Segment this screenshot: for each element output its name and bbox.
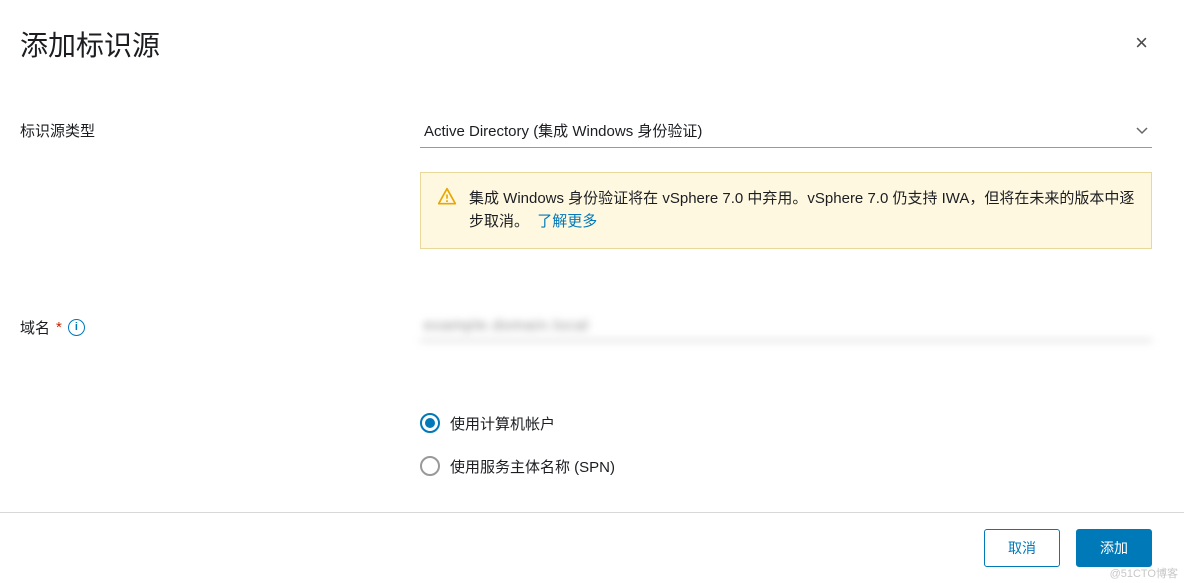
source-type-value: Active Directory (集成 Windows 身份验证) <box>424 120 702 141</box>
radio-spn[interactable]: 使用服务主体名称 (SPN) <box>420 456 1152 477</box>
radio-selected-icon <box>420 413 440 433</box>
radio-spn-label: 使用服务主体名称 (SPN) <box>450 456 615 477</box>
add-identity-source-dialog: 添加标识源 × 标识源类型 Active Directory (集成 Windo… <box>0 0 1184 543</box>
add-button[interactable]: 添加 <box>1076 529 1152 567</box>
learn-more-link[interactable]: 了解更多 <box>537 213 597 230</box>
radio-machine-account-label: 使用计算机帐户 <box>450 413 555 434</box>
domain-input[interactable] <box>420 311 1152 341</box>
dialog-title: 添加标识源 <box>20 24 160 64</box>
info-icon[interactable]: i <box>68 319 85 336</box>
row-account-type: 使用计算机帐户 使用服务主体名称 (SPN) <box>20 365 1152 499</box>
domain-label: 域名 <box>20 317 50 338</box>
source-type-label: 标识源类型 <box>20 114 420 141</box>
warning-text: 集成 Windows 身份验证将在 vSphere 7.0 中弃用。vSpher… <box>469 187 1135 234</box>
row-warning: 集成 Windows 身份验证将在 vSphere 7.0 中弃用。vSpher… <box>20 172 1152 287</box>
chevron-down-icon <box>1136 124 1148 138</box>
row-source-type: 标识源类型 Active Directory (集成 Windows 身份验证) <box>20 114 1152 148</box>
warning-icon <box>437 187 457 212</box>
source-type-select[interactable]: Active Directory (集成 Windows 身份验证) <box>420 114 1152 148</box>
close-icon[interactable]: × <box>1131 28 1152 58</box>
warning-banner: 集成 Windows 身份验证将在 vSphere 7.0 中弃用。vSpher… <box>420 172 1152 249</box>
required-asterisk: * <box>56 319 62 336</box>
radio-unselected-icon <box>420 456 440 476</box>
radio-machine-account[interactable]: 使用计算机帐户 <box>420 413 1152 434</box>
account-type-radio-group: 使用计算机帐户 使用服务主体名称 (SPN) <box>420 413 1152 477</box>
watermark: @51CTO博客 <box>1110 565 1178 581</box>
dialog-footer: 取消 添加 <box>0 512 1184 583</box>
row-domain: 域名 * i <box>20 311 1152 341</box>
dialog-header: 添加标识源 × <box>20 24 1152 64</box>
cancel-button[interactable]: 取消 <box>984 529 1060 567</box>
